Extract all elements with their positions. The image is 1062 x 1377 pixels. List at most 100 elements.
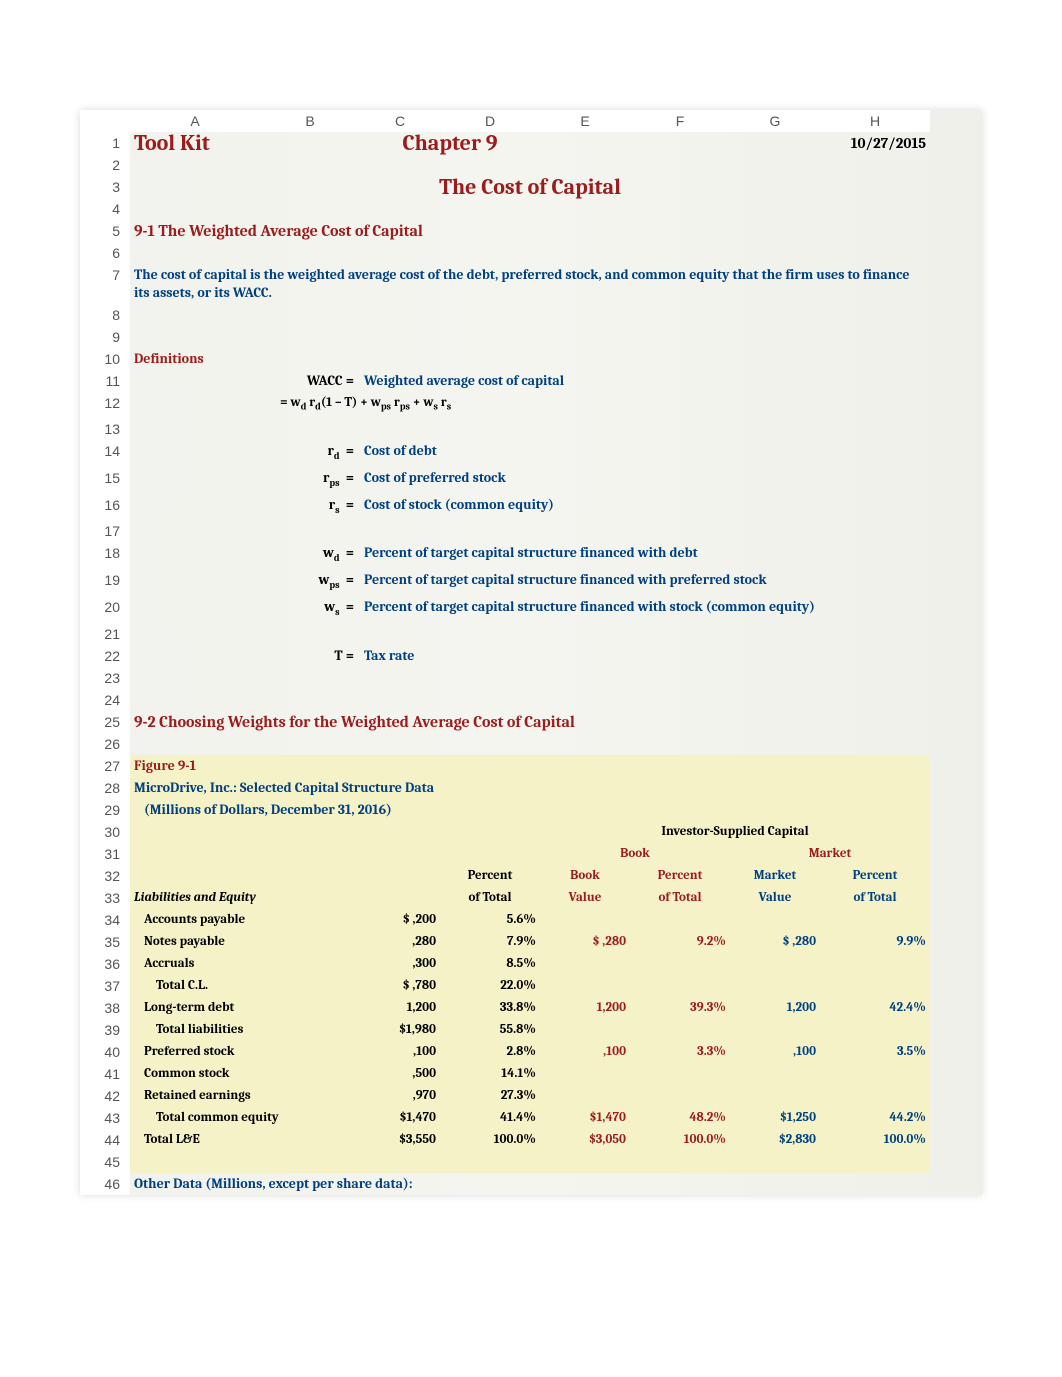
wacc-def: Weighted average cost of capital bbox=[360, 370, 930, 392]
col-A: A bbox=[130, 110, 260, 132]
rps-symbol: rps = bbox=[260, 467, 360, 494]
table-cell bbox=[730, 1063, 820, 1085]
table-cell: $ ,280 bbox=[540, 931, 630, 953]
section-9-2: 9-2 Choosing Weights for the Weighted Av… bbox=[130, 711, 930, 733]
table-cell bbox=[820, 975, 930, 997]
table-cell: ,300 bbox=[360, 953, 440, 975]
table-cell bbox=[820, 1085, 930, 1107]
table-cell bbox=[540, 909, 630, 931]
table-cell: $1,250 bbox=[730, 1107, 820, 1129]
ws-symbol: ws = bbox=[260, 596, 360, 623]
rd-symbol: rd = bbox=[260, 440, 360, 467]
mpct-head: Percent bbox=[820, 865, 930, 887]
col-B: B bbox=[260, 110, 360, 132]
table-cell bbox=[630, 909, 730, 931]
table-cell: ,100 bbox=[730, 1041, 820, 1063]
bpct-head2: of Total bbox=[630, 887, 730, 909]
figure-title: MicroDrive, Inc.: Selected Capital Struc… bbox=[130, 777, 930, 799]
table-cell bbox=[540, 953, 630, 975]
section-9-1: 9-1 The Weighted Average Cost of Capital bbox=[130, 220, 930, 242]
mpct-head2: of Total bbox=[820, 887, 930, 909]
rd-def: Cost of debt bbox=[360, 440, 930, 467]
table-cell: 100.0% bbox=[630, 1129, 730, 1151]
table-cell bbox=[540, 975, 630, 997]
table-cell: 7.9% bbox=[440, 931, 540, 953]
table-cell bbox=[540, 1019, 630, 1041]
table-cell: 1,200 bbox=[360, 997, 440, 1019]
table-cell bbox=[630, 1019, 730, 1041]
definitions-heading: Definitions bbox=[130, 348, 930, 370]
table-cell: $1,470 bbox=[540, 1107, 630, 1129]
oftotal-head: of Total bbox=[440, 887, 540, 909]
table-cell: $1,470 bbox=[360, 1107, 440, 1129]
toolkit-title: Tool Kit bbox=[130, 132, 360, 154]
book-heading: Book bbox=[540, 843, 730, 865]
row-label: Total L&E bbox=[130, 1129, 360, 1151]
table-cell bbox=[730, 1019, 820, 1041]
wd-def: Percent of target capital structure fina… bbox=[360, 542, 930, 569]
table-cell: 39.3% bbox=[630, 997, 730, 1019]
table-cell: ,280 bbox=[360, 931, 440, 953]
table-cell bbox=[630, 953, 730, 975]
row-label: Preferred stock bbox=[130, 1041, 360, 1063]
table-cell bbox=[730, 953, 820, 975]
col-C: C bbox=[360, 110, 440, 132]
row-label: Accruals bbox=[130, 953, 360, 975]
liab-equity-label: Liabilities and Equity bbox=[130, 887, 360, 909]
table-cell: $ ,780 bbox=[360, 975, 440, 997]
bpct-head: Percent bbox=[630, 865, 730, 887]
figure-subtitle: (Millions of Dollars, December 31, 2016) bbox=[130, 799, 930, 821]
date: 10/27/2015 bbox=[820, 132, 930, 154]
table-cell: $3,050 bbox=[540, 1129, 630, 1151]
table-cell: 1,200 bbox=[730, 997, 820, 1019]
table-cell: 44.2% bbox=[820, 1107, 930, 1129]
table-cell: ,970 bbox=[360, 1085, 440, 1107]
rs-def: Cost of stock (common equity) bbox=[360, 494, 930, 521]
wps-def: Percent of target capital structure fina… bbox=[360, 569, 930, 596]
bv-head2: Value bbox=[540, 887, 630, 909]
table-cell: $3,550 bbox=[360, 1129, 440, 1151]
mv-head: Market bbox=[730, 865, 820, 887]
row-label: Long-term debt bbox=[130, 997, 360, 1019]
wd-symbol: wd = bbox=[260, 542, 360, 569]
col-G: G bbox=[730, 110, 820, 132]
table-cell: 5.6% bbox=[440, 909, 540, 931]
ws-def: Percent of target capital structure fina… bbox=[360, 596, 930, 623]
table-cell bbox=[820, 1019, 930, 1041]
isc-heading: Investor-Supplied Capital bbox=[540, 821, 930, 843]
table-cell: 14.1% bbox=[440, 1063, 540, 1085]
table-cell bbox=[730, 975, 820, 997]
table-cell: 3.3% bbox=[630, 1041, 730, 1063]
table-cell: 27.3% bbox=[440, 1085, 540, 1107]
table-cell: 33.8% bbox=[440, 997, 540, 1019]
table-cell: $1,980 bbox=[360, 1019, 440, 1041]
main-title: The Cost of Capital bbox=[130, 176, 930, 198]
table-cell: 2.8% bbox=[440, 1041, 540, 1063]
table-cell: 48.2% bbox=[630, 1107, 730, 1129]
t-def: Tax rate bbox=[360, 645, 930, 667]
table-cell: 100.0% bbox=[440, 1129, 540, 1151]
table-cell: 9.2% bbox=[630, 931, 730, 953]
row-label: Retained earnings bbox=[130, 1085, 360, 1107]
col-H: H bbox=[820, 110, 930, 132]
table-cell: $ ,200 bbox=[360, 909, 440, 931]
mv-head2: Value bbox=[730, 887, 820, 909]
table-cell: ,100 bbox=[360, 1041, 440, 1063]
table-cell: 3.5% bbox=[820, 1041, 930, 1063]
market-heading: Market bbox=[730, 843, 930, 865]
table-cell: 1,200 bbox=[540, 997, 630, 1019]
bv-head: Book bbox=[540, 865, 630, 887]
table-cell: 9.9% bbox=[820, 931, 930, 953]
wacc-formula: = wd rd(1 – T) + wps rps + ws rs bbox=[260, 392, 930, 418]
row-label: Accounts payable bbox=[130, 909, 360, 931]
row-label: Total C.L. bbox=[130, 975, 360, 997]
row-label: Common stock bbox=[130, 1063, 360, 1085]
table-cell: 55.8% bbox=[440, 1019, 540, 1041]
table-cell bbox=[730, 909, 820, 931]
col-E: E bbox=[540, 110, 630, 132]
row-label: Total common equity bbox=[130, 1107, 360, 1129]
table-cell bbox=[630, 1063, 730, 1085]
row-label: Total liabilities bbox=[130, 1019, 360, 1041]
table-cell bbox=[820, 953, 930, 975]
table-cell: 8.5% bbox=[440, 953, 540, 975]
